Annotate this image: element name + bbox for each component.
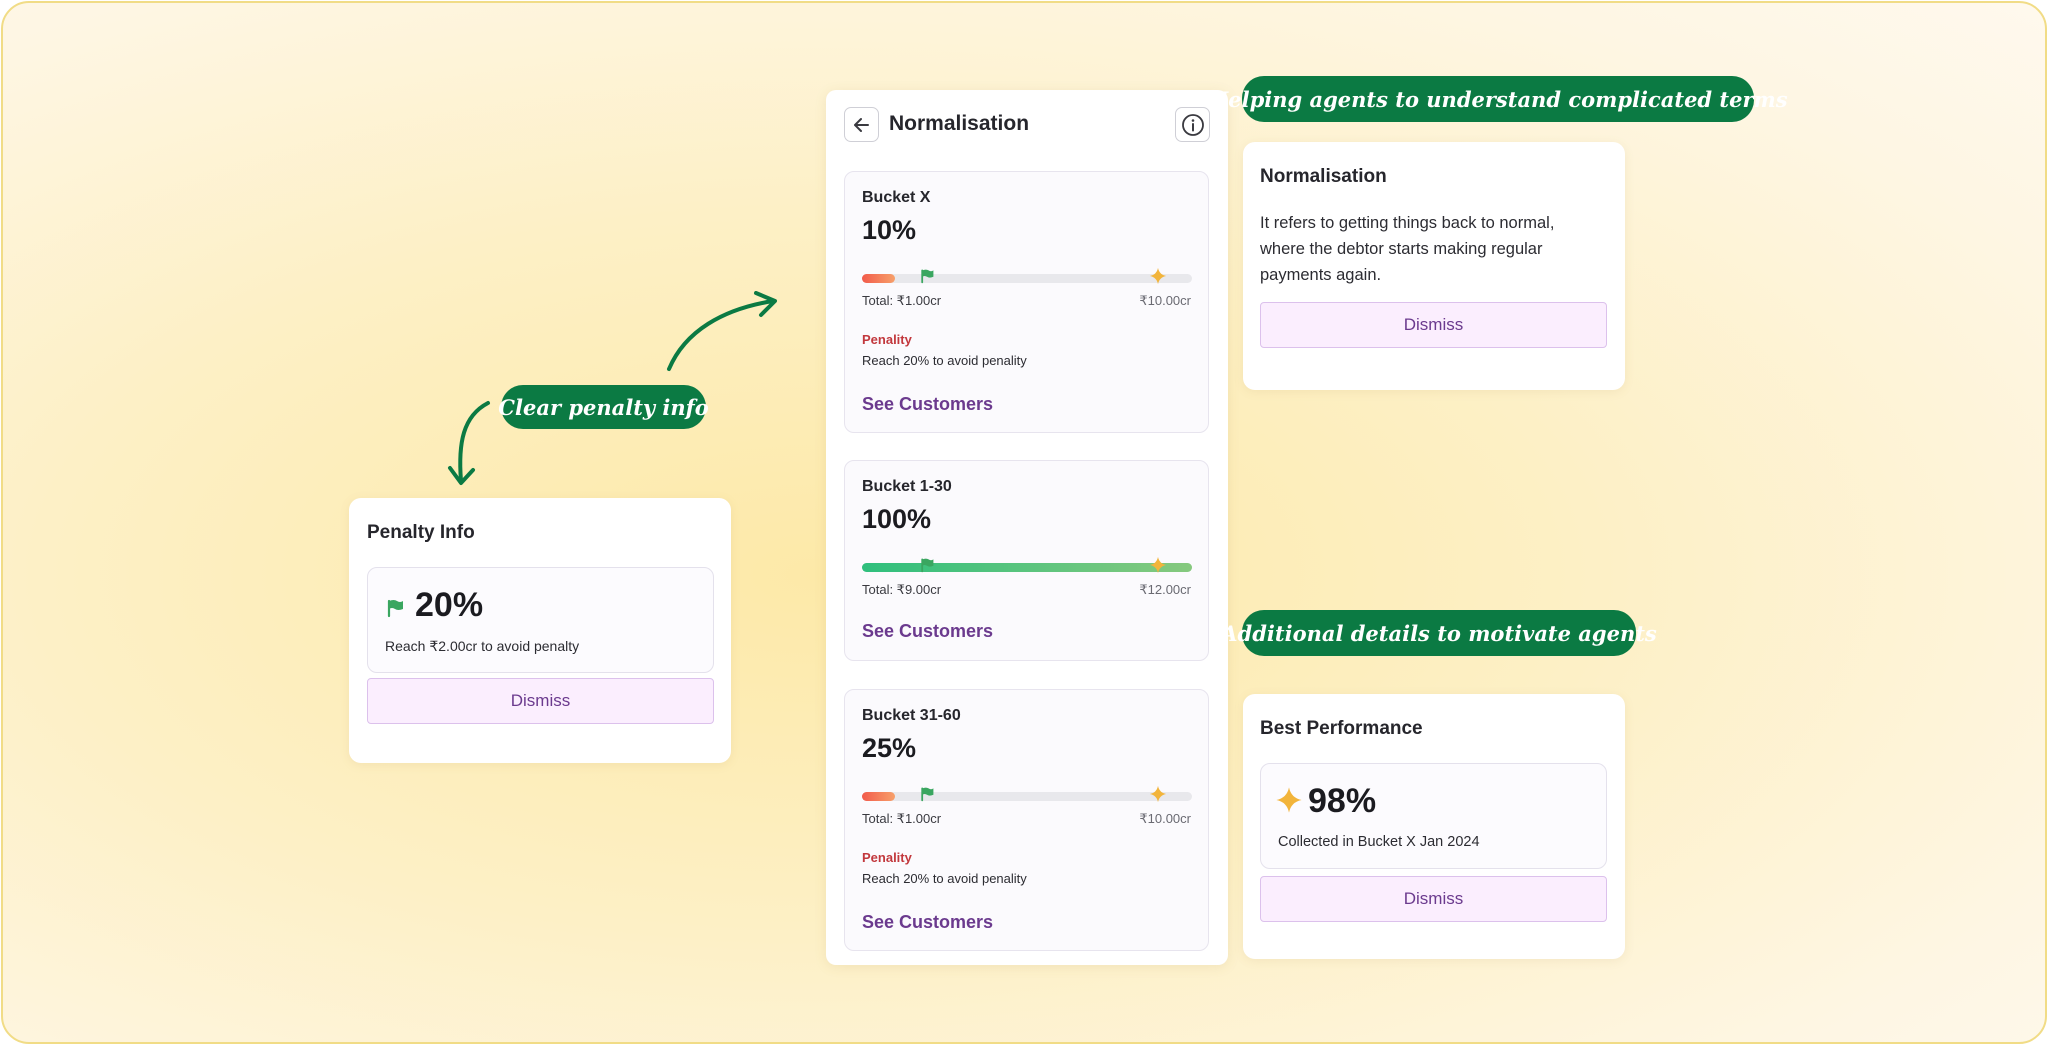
best-value: 98%	[1308, 782, 1377, 820]
canvas-background: Clear penalty info Penalty Info 20% Reac…	[1, 1, 2047, 1044]
back-button[interactable]	[844, 107, 879, 142]
callout-terms: Helping agents to understand complicated…	[1208, 76, 1788, 122]
bucket-total: Total: ₹9.00cr	[862, 582, 942, 597]
info-icon	[1181, 113, 1204, 136]
callout-penalty-text: Clear penalty info	[498, 394, 709, 420]
bucket-card-1-30: Bucket 1-30 100% Total: ₹9.00cr ₹12.00cr…	[844, 460, 1209, 661]
sparkle-icon	[1149, 785, 1167, 803]
penalty-info-title: Penalty Info	[367, 522, 475, 543]
flag-icon	[921, 787, 934, 802]
see-customers-link[interactable]: See Customers	[862, 394, 993, 415]
panel-title: Normalisation	[889, 112, 1030, 135]
bucket-progress-bar	[862, 785, 1192, 803]
best-dismiss-button[interactable]: Dismiss	[1260, 876, 1607, 922]
bucket-progress-bar	[862, 556, 1192, 574]
bucket-progress-fill	[862, 563, 1192, 572]
best-value-box: 98% Collected in Bucket X Jan 2024	[1260, 763, 1607, 869]
best-description: Collected in Bucket X Jan 2024	[1278, 834, 1480, 850]
flag-icon	[921, 269, 934, 284]
bucket-name: Bucket 31-60	[862, 707, 961, 724]
see-customers-link[interactable]: See Customers	[862, 621, 993, 642]
arrow-down-left-icon	[448, 401, 490, 485]
callout-motivate: Additional details to motivate agents	[1221, 610, 1657, 656]
info-button[interactable]	[1175, 107, 1210, 142]
penalty-value: 20%	[415, 586, 484, 624]
penalty-info-card: Penalty Info 20% Reach ₹2.00cr to avoid …	[349, 498, 731, 763]
callout-penalty: Clear penalty info	[498, 385, 709, 429]
bucket-percent: 10%	[862, 215, 917, 245]
flag-icon	[921, 558, 934, 573]
see-customers-link[interactable]: See Customers	[862, 912, 993, 933]
bucket-card-x: Bucket X 10% Total: ₹1.00cr ₹10.00cr Pen…	[844, 171, 1209, 433]
bucket-target: ₹12.00cr	[1139, 582, 1191, 597]
definition-text: It refers to getting things back to norm…	[1260, 214, 1555, 284]
penalty-text: Reach 20% to avoid penality	[862, 871, 1027, 886]
flag-icon	[387, 599, 403, 618]
bucket-name: Bucket 1-30	[862, 478, 952, 495]
sparkle-icon	[1276, 787, 1302, 813]
arrow-left-icon	[853, 117, 869, 132]
arrow-up-right-icon	[667, 291, 777, 371]
penalty-value-box: 20% Reach ₹2.00cr to avoid penalty	[367, 567, 714, 673]
bucket-target: ₹10.00cr	[1139, 811, 1191, 826]
bucket-total: Total: ₹1.00cr	[862, 293, 942, 308]
penalty-text: Reach 20% to avoid penality	[862, 353, 1027, 368]
best-performance-title: Best Performance	[1260, 718, 1423, 739]
definition-dismiss-button[interactable]: Dismiss	[1260, 302, 1607, 348]
definition-title: Normalisation	[1260, 166, 1387, 187]
bucket-progress-fill	[862, 792, 895, 801]
penalty-dismiss-button[interactable]: Dismiss	[367, 678, 714, 724]
normalisation-panel: Normalisation Bucket X 10% Total: ₹1.00c…	[826, 90, 1228, 965]
callout-terms-text: Helping agents to understand complicated…	[1208, 86, 1788, 112]
bucket-total: Total: ₹1.00cr	[862, 811, 942, 826]
penalty-label: Penality	[862, 850, 912, 865]
bucket-percent: 25%	[862, 733, 917, 763]
bucket-name: Bucket X	[862, 189, 931, 206]
callout-motivate-text: Additional details to motivate agents	[1221, 620, 1657, 646]
bucket-progress-fill	[862, 274, 895, 283]
bucket-card-31-60: Bucket 31-60 25% Total: ₹1.00cr ₹10.00cr…	[844, 689, 1209, 951]
sparkle-icon	[1149, 267, 1167, 285]
sparkle-icon	[1149, 556, 1167, 574]
bucket-progress-bar	[862, 267, 1192, 285]
definition-card: Normalisation It refers to getting thing…	[1243, 142, 1625, 390]
penalty-label: Penality	[862, 332, 912, 347]
penalty-description: Reach ₹2.00cr to avoid penalty	[385, 638, 580, 654]
best-performance-card: Best Performance 98% Collected in Bucket…	[1243, 694, 1625, 959]
bucket-percent: 100%	[862, 504, 932, 534]
bucket-target: ₹10.00cr	[1139, 293, 1191, 308]
